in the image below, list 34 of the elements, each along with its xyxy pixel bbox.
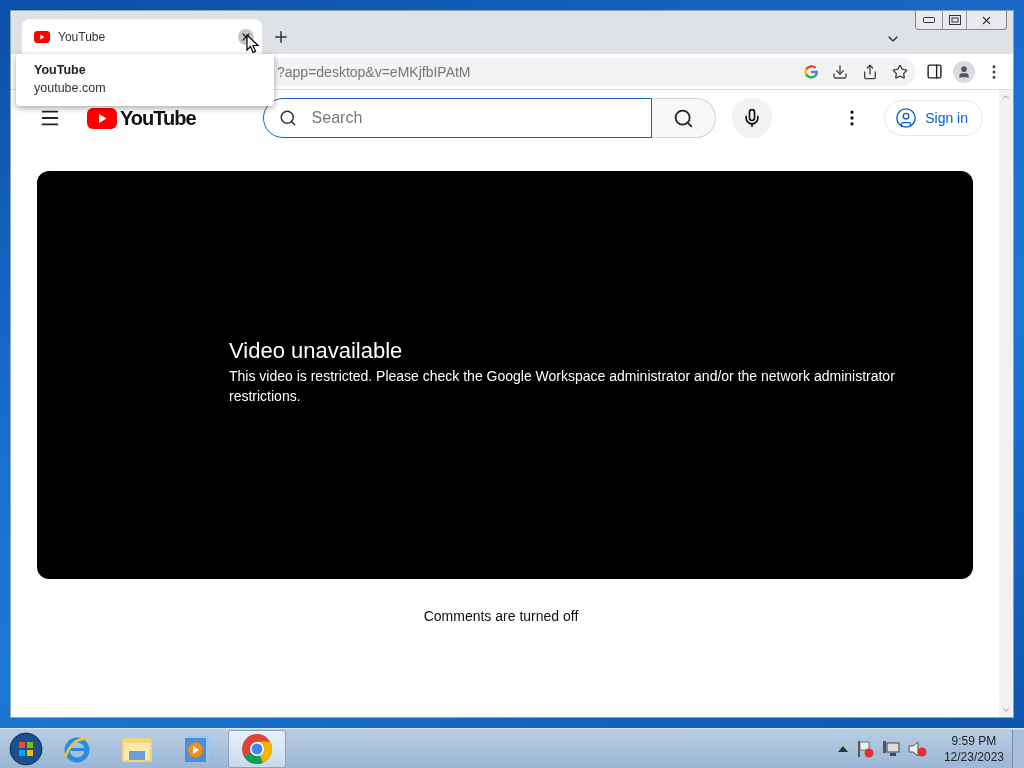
taskbar-app-button[interactable] [228, 729, 286, 768]
tab-title: YouTube [58, 29, 107, 44]
profile-button[interactable] [953, 60, 975, 83]
hover-card-title: YouTube [34, 63, 87, 77]
account-icon [895, 107, 918, 129]
comments-notice: Comments are turned off [422, 608, 580, 624]
media-player-icon [184, 734, 210, 763]
volume-muted-icon[interactable] [907, 739, 928, 758]
minimize-icon [923, 17, 935, 23]
google-g-icon[interactable] [804, 64, 818, 79]
youtube-logo[interactable]: YouTube [87, 106, 196, 130]
start-button[interactable] [6, 729, 46, 768]
browser-tab[interactable]: YouTube [22, 19, 262, 54]
side-panel-icon[interactable] [926, 63, 943, 80]
url-text: ?app=desktop&v=eMKjfbIPAtM [277, 63, 472, 80]
chrome-icon [241, 732, 273, 765]
clock[interactable]: 9:59 PM 12/23/2023 [943, 732, 1004, 765]
video-error-title: Video unavailable [229, 338, 404, 364]
network-icon[interactable] [881, 739, 900, 758]
search-button[interactable] [651, 98, 716, 138]
youtube-favicon-icon [34, 30, 50, 43]
person-icon [957, 64, 971, 79]
search-icon [278, 109, 297, 127]
search-icon [672, 107, 694, 129]
search-field[interactable]: Search [262, 98, 652, 138]
voice-search-button[interactable] [731, 98, 772, 138]
share-icon[interactable] [862, 63, 878, 80]
play-logo-icon [87, 107, 117, 129]
maximize-icon [948, 15, 961, 25]
action-center-flag-icon[interactable] [855, 739, 874, 758]
install-app-icon[interactable] [832, 63, 848, 80]
bookmark-star-icon[interactable] [892, 63, 908, 80]
video-error-message: This video is restricted. Please check the Google Workspace administrator and/or the network administrator restrictions. [229, 367, 896, 406]
show-hidden-icons-icon[interactable] [837, 745, 848, 752]
